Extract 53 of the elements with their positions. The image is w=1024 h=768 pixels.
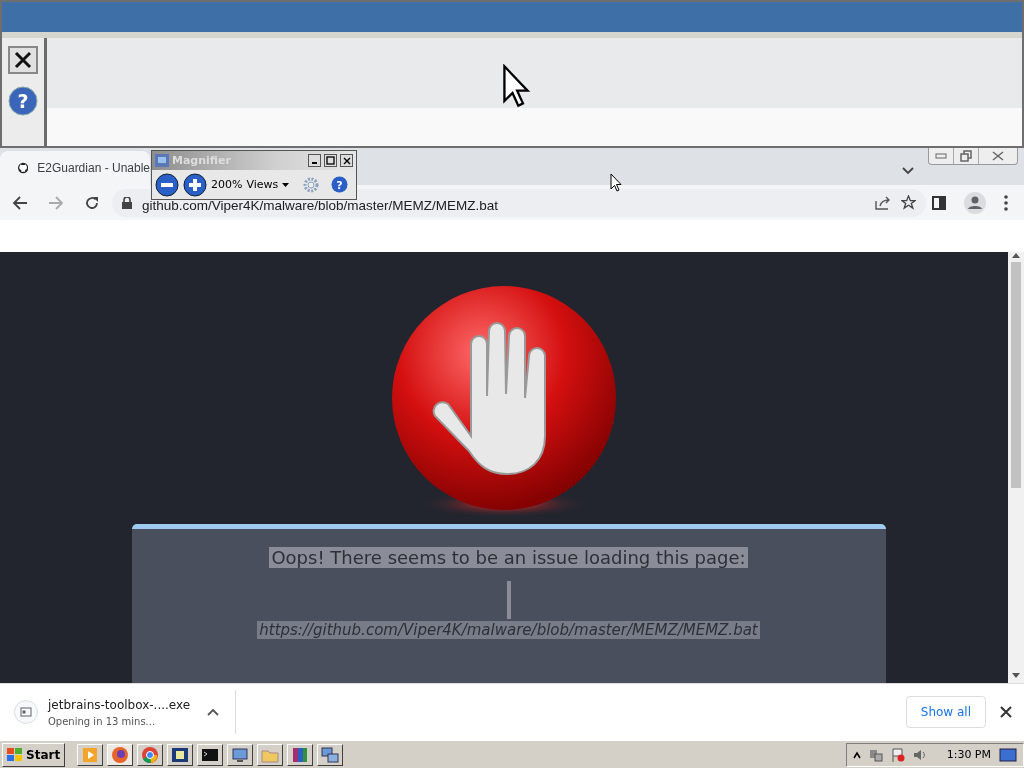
windows-app-icon[interactable] [167, 743, 194, 766]
file-icon [14, 700, 38, 724]
network-icon[interactable] [317, 743, 344, 766]
maximize-icon[interactable] [324, 154, 337, 167]
speaker-icon[interactable] [912, 747, 927, 762]
show-all-button[interactable]: Show all [905, 696, 986, 728]
media-player-icon[interactable] [77, 743, 104, 766]
minimize-icon[interactable] [308, 154, 321, 167]
close-icon [8, 46, 38, 74]
share-icon[interactable] [875, 195, 891, 210]
archive-icon[interactable] [287, 743, 314, 766]
flag-icon[interactable] [890, 747, 905, 762]
lock-icon [122, 196, 132, 209]
zoom-level: 200% [211, 178, 243, 191]
reload-icon[interactable] [84, 194, 100, 211]
caret-up-icon[interactable] [852, 750, 861, 759]
chevron-down-icon[interactable] [902, 167, 914, 175]
windows-logo-icon [7, 747, 23, 762]
help-icon[interactable]: ? [331, 176, 349, 193]
blocked-url: https://github.com/Viper4K/malware/blob/master/MEMZ/MEMZ.bat [257, 621, 760, 639]
side-panel-icon[interactable] [932, 195, 946, 210]
views-menu[interactable]: Views [246, 178, 290, 191]
close-icon[interactable] [340, 154, 353, 167]
start-button[interactable]: Start [2, 742, 66, 767]
monitor-icon[interactable] [227, 743, 254, 766]
scroll-down-icon[interactable] [1012, 673, 1020, 679]
magnifier-app-icon [155, 154, 169, 167]
tab-title: E2Guardian - Unable [37, 161, 150, 175]
download-status: Opening in 13 mins... [48, 715, 157, 727]
profile-icon[interactable] [964, 191, 986, 214]
folder-icon[interactable] [257, 743, 284, 766]
firefox-icon[interactable] [107, 743, 134, 766]
desktop-icon[interactable] [999, 746, 1017, 763]
zoom-out-icon[interactable] [155, 172, 179, 197]
window-title: Magnifier [172, 154, 232, 167]
download-filename: jetbrains-toolbox-....exe [48, 697, 192, 712]
error-message: Oops! There seems to be an issue loading this page: [269, 547, 748, 568]
terminal-icon[interactable] [197, 743, 224, 766]
help-icon: ? [8, 86, 38, 116]
zoom-in-icon[interactable] [183, 172, 207, 197]
scrollbar[interactable] [1008, 252, 1024, 683]
close-icon[interactable] [1000, 706, 1012, 718]
chrome-icon[interactable] [137, 743, 164, 766]
chevron-up-icon[interactable] [207, 708, 219, 716]
browser-tab[interactable]: E2Guardian - Unable [0, 151, 150, 185]
scroll-thumb[interactable] [1011, 262, 1021, 488]
stop-hand-icon [389, 286, 619, 518]
cursor-icon [502, 64, 530, 108]
menu-icon[interactable] [1004, 194, 1008, 211]
back-icon[interactable] [12, 194, 28, 211]
clock[interactable]: 1:30 PM [946, 748, 991, 761]
star-icon[interactable] [901, 195, 916, 210]
url-text: github.com/Viper4K/malware/blob/master/MEMZ/MEMZ.bat [142, 197, 500, 213]
